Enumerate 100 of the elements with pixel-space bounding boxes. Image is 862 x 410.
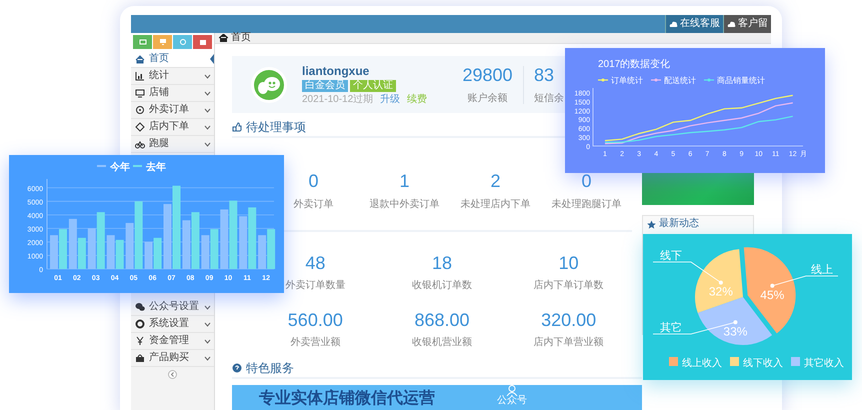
legend-label: 线下收入 [743,357,783,369]
slice-label: 其它 [660,322,682,334]
bar [239,216,248,269]
bar [201,235,210,269]
cloud-icon [727,20,736,28]
order-count-label: 店内下单订单数 [534,281,604,291]
bar [258,235,266,269]
order-count-label: 收银机订单数 [412,281,472,291]
revenue-label: 店内下单营业额 [534,338,604,348]
sidebar-item[interactable]: 外卖订单 [131,102,214,119]
slice-percent-label: 33% [723,324,748,338]
legend-item: 今年 [97,162,130,173]
avatar-logo-icon [250,66,288,104]
yen-icon [135,336,145,346]
bar [116,240,124,269]
sidebar-item[interactable]: 公众号设置 [131,299,214,316]
expiry-date: 2021-10-12过期 [302,94,374,104]
sidebar-item[interactable]: 店内下单 [131,119,214,136]
bicycle-icon [135,139,145,149]
header-button[interactable]: 在线客服 [665,15,723,33]
bar [182,220,190,269]
order-count-label: 外卖订单数量 [285,281,346,291]
pending-label: 退款中外卖订单 [370,200,440,210]
shortcut-button[interactable] [133,35,152,49]
sidebar-item[interactable]: 店铺 [131,85,214,102]
legend-item: 其它收入 [791,357,844,369]
pending-count: 1 [399,172,410,190]
membership-badge: 白金会员 [302,80,348,92]
sidebar-item[interactable]: 首页 [131,51,214,68]
section-heading: 待处理事项 [246,121,306,133]
leader-line [770,276,838,288]
star-icon [647,220,656,228]
slice-percent-label: 45% [760,288,784,302]
chart-title: 2017的数据变化 [598,59,670,70]
bar [191,212,200,269]
user-icon [506,385,518,396]
order-count: 18 [432,254,452,272]
section-heading: 特色服务 [246,362,294,374]
breadcrumb[interactable]: 首页 [231,33,251,43]
chat-icon [135,302,145,312]
thumbs-up-icon [232,122,242,132]
active-pointer-icon [210,54,214,64]
home-icon [219,34,228,42]
balance-value: 83 [534,66,554,84]
legend-label: 订单统计 [611,76,643,85]
pending-count: 2 [490,172,500,190]
monitor-icon [158,37,168,47]
pending-count: 0 [308,172,318,190]
slice-label: 线下 [660,250,682,262]
shortcut-button[interactable] [173,35,192,49]
pending-label: 外卖订单 [294,200,334,210]
legend-item: 订单统计 [598,76,643,85]
legend-label: 配送统计 [664,76,696,85]
shortcut-button[interactable] [153,35,172,49]
diamond-icon [135,122,145,132]
sidebar-item[interactable]: 产品购买 [131,350,214,367]
legend-item: 商品销量统计 [704,76,765,85]
order-count: 10 [558,254,579,272]
banner-title: 专业实体店铺微信代运营 [259,391,435,407]
collapse-icon [168,370,177,379]
news-card-title: 最新动态 [659,219,699,229]
bar [154,238,162,269]
slice-label: 线上 [811,264,833,276]
banner-icon-label: 公众号 [497,396,527,406]
home-icon [135,54,145,64]
legend-item: 线下收入 [730,357,783,369]
sidebar-item[interactable]: 系统设置 [131,316,214,333]
balance-value: 29800 [462,66,513,84]
pending-label: 未处理店内下单 [460,200,530,210]
balance-label: 账户余额 [468,94,508,104]
sidebar-item[interactable]: 统计 [131,68,214,85]
legend-label: 去年 [145,161,166,173]
legend-label: 线上收入 [682,357,722,369]
legend-item: 配送统计 [651,76,696,85]
header-button[interactable]: 客户留 [723,15,771,33]
slice-percent-label: 32% [708,284,733,299]
legend-item: 线上收入 [669,357,722,369]
revenue-value: 560.00 [288,311,343,329]
monitor-icon [135,88,145,98]
revenue-label: 收银机营业额 [412,338,472,348]
bar [88,228,96,269]
shortcut-button[interactable] [193,35,212,49]
sidebar-item[interactable]: 资金管理 [131,333,214,350]
bar [248,207,256,269]
bar [267,229,276,269]
legend-item: 去年 [133,162,166,173]
basket-icon [135,353,145,363]
help-icon [232,363,242,373]
order-count: 48 [305,254,326,272]
pending-count: 0 [581,172,592,190]
bar [210,229,218,269]
membership-badge: 个人认证 [350,80,396,92]
revenue-label: 外卖营业额 [290,338,340,348]
bar [220,209,228,269]
legend-label: 今年 [109,161,130,173]
username: liantongxue [302,64,370,76]
bar [144,242,153,269]
pending-label: 未处理跑腿订单 [552,200,622,210]
bar [96,212,105,269]
sidebar-item[interactable]: 跑腿 [131,136,214,153]
